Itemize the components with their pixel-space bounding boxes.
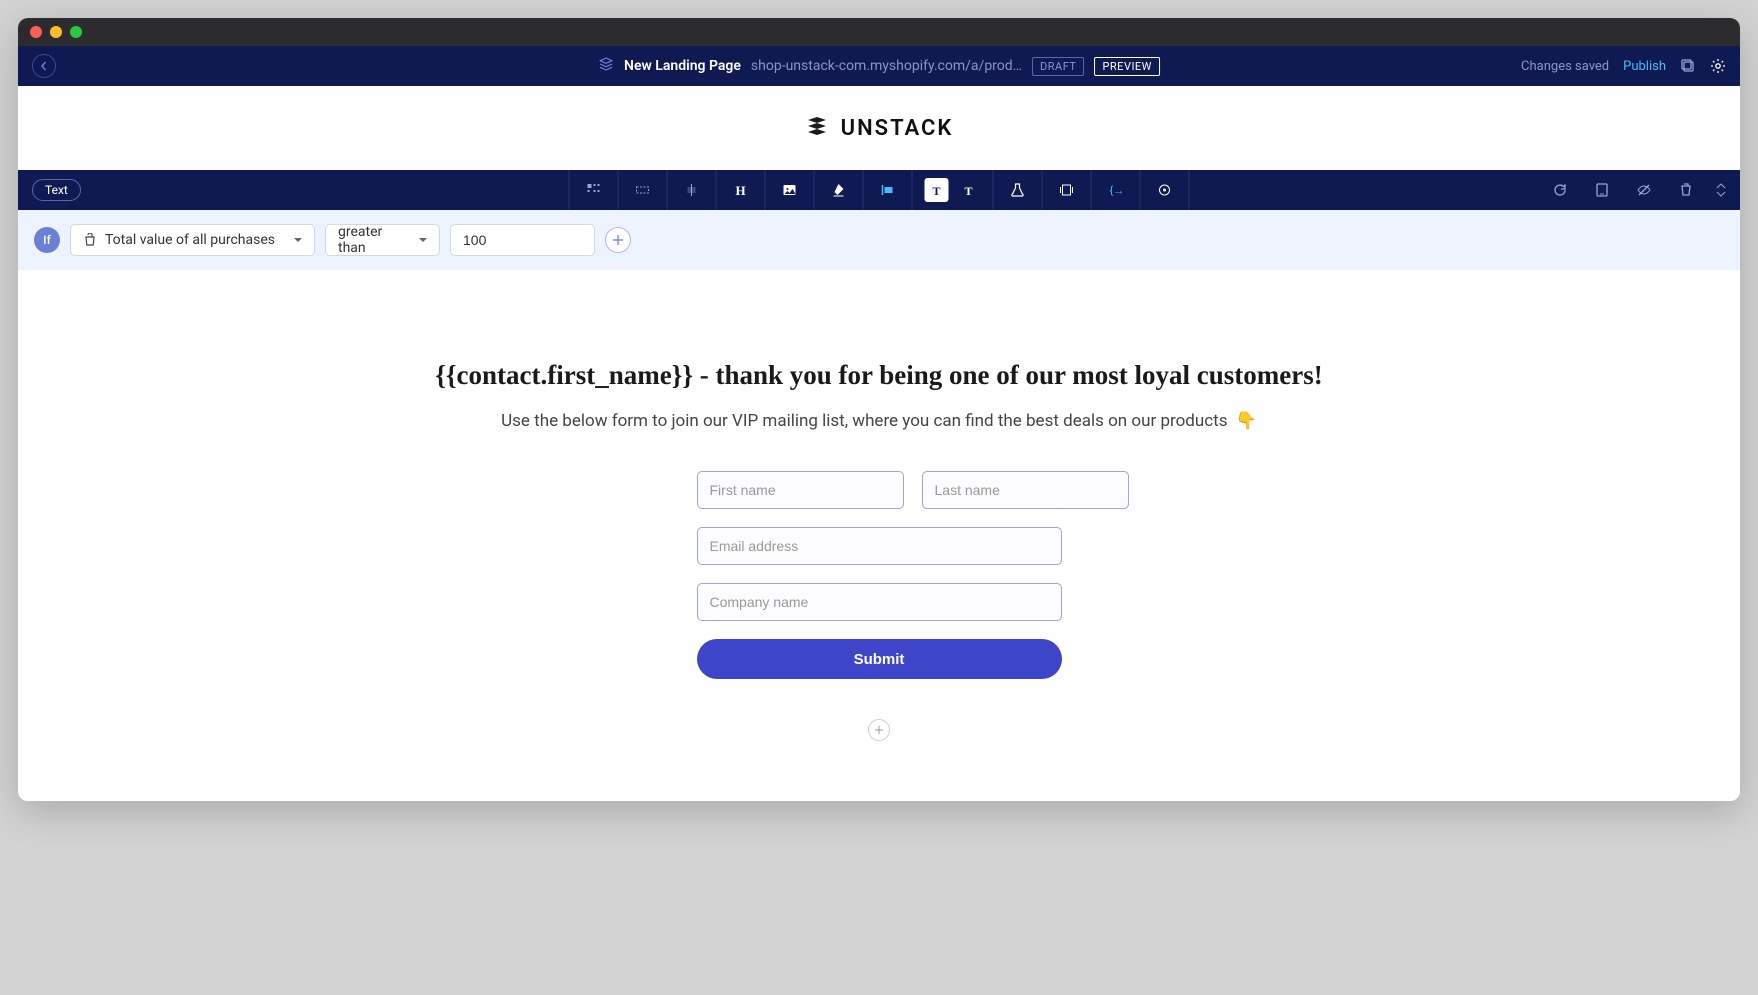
paint-tool[interactable] bbox=[827, 178, 851, 202]
subhead-text[interactable]: Use the below form to join our VIP maili… bbox=[58, 411, 1700, 431]
target-tool[interactable] bbox=[1153, 178, 1177, 202]
chevron-down-icon bbox=[1716, 191, 1726, 197]
gear-icon[interactable] bbox=[1710, 58, 1726, 74]
brand: UNSTACK bbox=[805, 114, 954, 142]
publish-button[interactable]: Publish bbox=[1623, 59, 1666, 74]
topbar-right: Changes saved Publish bbox=[1521, 58, 1726, 74]
page-title: New Landing Page bbox=[624, 58, 741, 74]
visibility-off-tool[interactable] bbox=[1632, 178, 1656, 202]
align-center-tool[interactable] bbox=[680, 178, 704, 202]
condition-bar: If Total value of all purchases greater … bbox=[18, 210, 1740, 270]
copy-icon[interactable] bbox=[1680, 58, 1696, 74]
svg-text:{→}: {→} bbox=[1110, 184, 1124, 197]
add-condition-button[interactable] bbox=[605, 227, 631, 253]
page-canvas: {{contact.first_name}} - thank you for b… bbox=[18, 270, 1740, 801]
email-input[interactable] bbox=[697, 527, 1062, 565]
condition-operator-label: greater than bbox=[338, 224, 405, 256]
grid-margin-tool[interactable] bbox=[582, 178, 606, 202]
topbar-center: New Landing Page shop-unstack-com.myshop… bbox=[598, 56, 1160, 76]
if-badge: If bbox=[34, 227, 60, 253]
submit-button[interactable]: Submit bbox=[697, 639, 1062, 679]
device-tool[interactable] bbox=[1590, 178, 1614, 202]
brand-name: UNSTACK bbox=[841, 116, 954, 141]
delete-tool[interactable] bbox=[1674, 178, 1698, 202]
svg-text:T: T bbox=[933, 184, 941, 198]
svg-text:H: H bbox=[736, 183, 746, 198]
unstack-logo-icon bbox=[598, 56, 614, 76]
reorder-arrows[interactable] bbox=[1716, 183, 1726, 197]
back-button[interactable] bbox=[32, 54, 56, 78]
pointing-down-emoji: 👇 bbox=[1236, 411, 1257, 431]
form: Submit bbox=[697, 471, 1062, 679]
last-name-input[interactable] bbox=[922, 471, 1129, 509]
editor-toolbar: Text H T T bbox=[18, 170, 1740, 210]
headline-text[interactable]: {{contact.first_name}} - thank you for b… bbox=[58, 360, 1700, 391]
image-tool[interactable] bbox=[778, 178, 802, 202]
section-box-tool[interactable] bbox=[631, 178, 655, 202]
app-window: New Landing Page shop-unstack-com.myshop… bbox=[18, 18, 1740, 801]
brand-header: UNSTACK bbox=[18, 86, 1740, 170]
heading-tool[interactable]: H bbox=[729, 178, 753, 202]
traffic-lights bbox=[30, 26, 82, 38]
text-light-tool[interactable]: T bbox=[957, 178, 981, 202]
brand-logo-icon bbox=[805, 114, 829, 142]
preview-button[interactable]: PREVIEW bbox=[1094, 57, 1159, 76]
text-dark-tool[interactable]: T bbox=[925, 178, 949, 202]
condition-field-select[interactable]: Total value of all purchases bbox=[70, 224, 315, 256]
code-tool[interactable]: {→} bbox=[1104, 178, 1128, 202]
minimize-window-button[interactable] bbox=[50, 26, 62, 38]
add-section-button[interactable] bbox=[868, 719, 890, 741]
experiment-tool[interactable] bbox=[1006, 178, 1030, 202]
maximize-window-button[interactable] bbox=[70, 26, 82, 38]
close-window-button[interactable] bbox=[30, 26, 42, 38]
company-input[interactable] bbox=[697, 583, 1062, 621]
shopping-bag-icon bbox=[83, 233, 97, 247]
subhead-copy: Use the below form to join our VIP maili… bbox=[501, 411, 1227, 431]
condition-operator-select[interactable]: greater than bbox=[325, 224, 440, 256]
draft-badge: DRAFT bbox=[1032, 57, 1084, 76]
plus-icon bbox=[874, 725, 884, 735]
align-left-tool[interactable] bbox=[876, 178, 900, 202]
chevron-up-icon bbox=[1716, 183, 1726, 189]
carousel-tool[interactable] bbox=[1055, 178, 1079, 202]
text-element-pill[interactable]: Text bbox=[32, 179, 81, 201]
save-status: Changes saved bbox=[1521, 59, 1609, 74]
condition-field-label: Total value of all purchases bbox=[105, 232, 275, 248]
toolbar-center: H T T {→} bbox=[569, 170, 1190, 210]
chevron-left-icon bbox=[39, 61, 49, 71]
window-titlebar bbox=[18, 18, 1740, 46]
svg-text:T: T bbox=[965, 184, 973, 198]
condition-value-input[interactable] bbox=[450, 224, 595, 256]
page-url: shop-unstack-com.myshopify.com/a/prod… bbox=[751, 58, 1022, 74]
refresh-tool[interactable] bbox=[1548, 178, 1572, 202]
toolbar-right bbox=[1548, 178, 1726, 202]
first-name-input[interactable] bbox=[697, 471, 904, 509]
plus-icon bbox=[612, 234, 624, 246]
top-navigation-bar: New Landing Page shop-unstack-com.myshop… bbox=[18, 46, 1740, 86]
